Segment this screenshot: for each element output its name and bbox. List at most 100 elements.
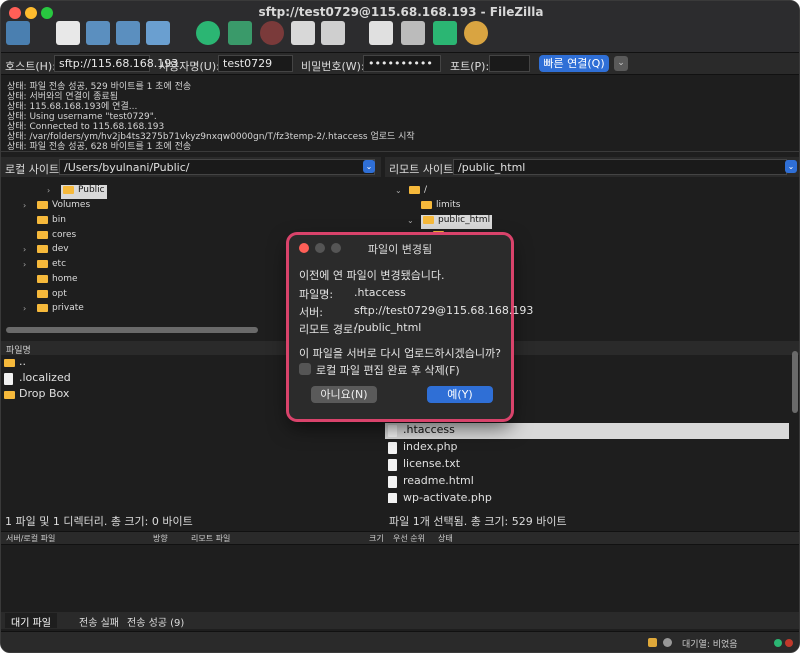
disconnect-icon[interactable]: [291, 21, 315, 45]
queue-column-priority[interactable]: 우선 순위: [393, 533, 425, 544]
tree-item-label: opt: [52, 289, 67, 299]
refresh-icon[interactable]: [196, 21, 220, 45]
tree-item-label: cores: [52, 230, 77, 240]
folder-icon: [37, 259, 48, 268]
tree-item-cores[interactable]: cores: [37, 230, 76, 244]
tab-failed-transfers[interactable]: 전송 실패: [73, 613, 125, 629]
local-site-bar: 로컬 사이트: /Users/byulnani/Public/ ⌄: [1, 157, 381, 177]
collapse-arrow-icon[interactable]: ⌄: [395, 186, 402, 195]
quick-connect-button[interactable]: 빠른 연결(Q): [539, 55, 609, 72]
local-status: 1 파일 및 1 디렉터리. 총 크기: 0 바이트: [5, 515, 193, 528]
file-name: readme.html: [403, 474, 474, 487]
message-log: 상태: 파일 전송 성공, 529 바이트를 1 초에 전송 상태: 서버와의 …: [1, 76, 799, 152]
list-item[interactable]: wp-activate.php: [385, 491, 789, 503]
process-queue-icon[interactable]: [228, 21, 252, 45]
tree-item-label: home: [52, 274, 78, 284]
folder-icon: [63, 185, 74, 194]
tree-item-label: limits: [436, 200, 461, 210]
remote-site-label: 리모트 사이트:: [389, 163, 457, 176]
remote-list-scrollbar[interactable]: [792, 351, 798, 413]
folder-icon: [4, 359, 15, 367]
remote-tree-toggle-icon[interactable]: [116, 21, 140, 45]
remote-path-value: /public_html: [354, 321, 422, 334]
status-bar: 대기열: 비었음: [1, 631, 799, 652]
tab-successful-transfers[interactable]: 전송 성공 (9): [121, 613, 190, 629]
queue-column-status[interactable]: 상태: [438, 533, 453, 544]
activity-led-icon: [774, 639, 782, 647]
folder-icon: [37, 274, 48, 283]
transfer-queue-toggle-icon[interactable]: [146, 21, 170, 45]
expand-arrow-icon[interactable]: ›: [47, 186, 50, 195]
file-name: ..: [19, 355, 26, 368]
list-item[interactable]: readme.html: [385, 474, 789, 490]
list-item[interactable]: .htaccess: [385, 423, 789, 439]
username-input[interactable]: test0729: [218, 55, 293, 72]
host-input[interactable]: sftp://115.68.168.193: [54, 55, 178, 72]
yes-button[interactable]: 예(Y): [427, 386, 493, 403]
no-button[interactable]: 아니요(N): [311, 386, 377, 403]
cancel-icon[interactable]: [260, 21, 284, 45]
local-path-dropdown[interactable]: ⌄: [363, 160, 375, 173]
file-icon: [388, 493, 397, 503]
tree-item-etc[interactable]: etc: [37, 259, 66, 273]
sync-browsing-icon[interactable]: [433, 21, 457, 45]
local-path-input[interactable]: /Users/byulnani/Public/: [59, 159, 375, 175]
port-label: 포트(P):: [450, 60, 490, 73]
local-tree-scrollbar[interactable]: [6, 327, 258, 333]
expand-arrow-icon[interactable]: ›: [23, 245, 26, 254]
remote-tree-item-public-html[interactable]: public_html: [421, 215, 493, 229]
checkbox-label: 로컬 파일 편집 완료 후 삭제(F): [316, 364, 460, 377]
filename-label: 파일명:: [299, 288, 334, 301]
directory-comparison-icon[interactable]: [401, 21, 425, 45]
tree-item-label: etc: [52, 259, 67, 269]
tree-item-label: dev: [52, 244, 69, 254]
tree-item-volumes[interactable]: Volumes: [37, 200, 90, 214]
tree-item-private[interactable]: private: [37, 303, 84, 317]
tree-item-dev[interactable]: dev: [37, 244, 69, 258]
tree-item-home[interactable]: home: [37, 274, 78, 288]
collapse-arrow-icon[interactable]: ⌄: [407, 216, 414, 225]
message-log-toggle-icon[interactable]: [56, 21, 80, 45]
log-line: 상태: 파일 전송 성공, 628 바이트를 1 초에 전송: [7, 142, 192, 152]
tab-queued-files[interactable]: 대기 파일: [5, 613, 57, 629]
site-manager-icon[interactable]: [6, 21, 30, 45]
queue-column-direction[interactable]: 방향: [153, 533, 168, 544]
file-name: license.txt: [403, 457, 461, 470]
tree-item-public[interactable]: Public: [61, 185, 107, 199]
expand-arrow-icon[interactable]: ›: [23, 304, 26, 313]
queue-column-size[interactable]: 크기: [369, 533, 384, 544]
expand-arrow-icon[interactable]: ›: [23, 260, 26, 269]
local-site-label: 로컬 사이트:: [5, 163, 63, 176]
host-label: 호스트(H):: [5, 60, 56, 73]
binoculars-search-icon[interactable]: [464, 21, 488, 45]
folder-icon: [409, 185, 420, 194]
password-input[interactable]: ••••••••••: [363, 55, 441, 72]
remote-path-dropdown[interactable]: ⌄: [785, 160, 797, 173]
list-item[interactable]: license.txt: [385, 457, 789, 473]
delete-local-file-checkbox[interactable]: [299, 363, 311, 375]
reconnect-icon[interactable]: [321, 21, 345, 45]
queue-column-remote[interactable]: 리모트 파일: [191, 533, 230, 544]
port-input[interactable]: [489, 55, 530, 72]
password-label: 비밀번호(W):: [301, 60, 365, 73]
remote-status: 파일 1개 선택됨. 총 크기: 529 바이트: [389, 515, 567, 528]
directory-listing-filter-icon[interactable]: [369, 21, 393, 45]
remote-tree-item-limits[interactable]: limits: [421, 200, 461, 214]
tree-item-bin[interactable]: bin: [37, 215, 66, 229]
local-tree-toggle-icon[interactable]: [86, 21, 110, 45]
tree-item-opt[interactable]: opt: [37, 289, 67, 303]
folder-icon: [37, 200, 48, 209]
quick-connect-history-dropdown[interactable]: ⌄: [614, 56, 628, 71]
remote-tree-item-root[interactable]: /: [409, 185, 427, 199]
folder-icon: [37, 244, 48, 253]
remote-path-input[interactable]: /public_html: [453, 159, 787, 175]
remote-site-bar: 리모트 사이트: /public_html ⌄: [385, 157, 799, 177]
speed-limit-icon[interactable]: [663, 638, 672, 647]
list-item[interactable]: index.php: [385, 440, 789, 456]
file-name: Drop Box: [19, 387, 70, 400]
expand-arrow-icon[interactable]: ›: [23, 201, 26, 210]
queue-column-server-local[interactable]: 서버/로컬 파일: [6, 533, 55, 544]
dialog-question: 이 파일을 서버로 다시 업로드하시겠습니까?: [299, 347, 501, 360]
server-label: 서버:: [299, 306, 323, 319]
tree-item-label: private: [52, 303, 84, 313]
